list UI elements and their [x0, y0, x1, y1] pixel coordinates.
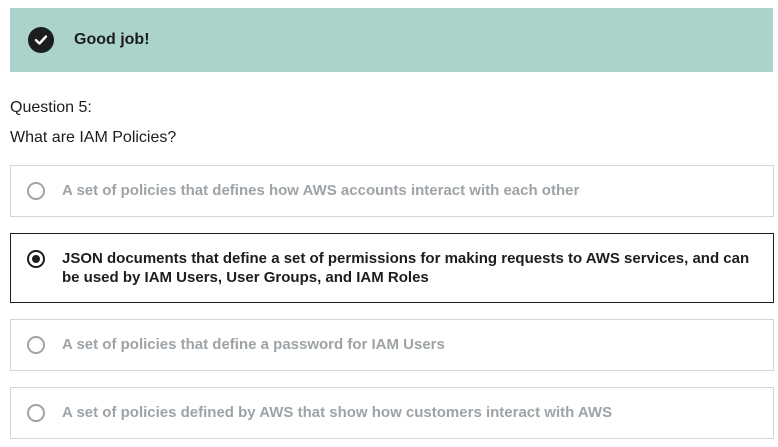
result-message: Good job!: [74, 31, 150, 48]
answer-option-2[interactable]: JSON documents that define a set of perm…: [10, 233, 774, 303]
question-text: What are IAM Policies?: [10, 129, 177, 146]
radio-unselected-icon[interactable]: [27, 182, 45, 200]
answer-option-label: A set of policies defined by AWS that sh…: [62, 404, 613, 421]
answer-option-3[interactable]: A set of policies that define a password…: [10, 319, 774, 371]
check-circle-icon: [28, 27, 54, 53]
answer-option-4[interactable]: A set of policies defined by AWS that sh…: [10, 387, 774, 439]
radio-dot-icon: [32, 255, 40, 263]
answer-option-label: JSON documents that define a set of perm…: [62, 250, 750, 286]
question-number: Question 5:: [10, 99, 92, 116]
radio-unselected-icon[interactable]: [27, 336, 45, 354]
radio-unselected-icon[interactable]: [27, 404, 45, 422]
answer-option-1[interactable]: A set of policies that defines how AWS a…: [10, 165, 774, 217]
result-banner: Good job!: [10, 8, 773, 72]
answer-option-label: A set of policies that defines how AWS a…: [62, 182, 580, 199]
radio-selected-icon[interactable]: [27, 250, 45, 268]
answer-option-label: A set of policies that define a password…: [62, 336, 445, 353]
